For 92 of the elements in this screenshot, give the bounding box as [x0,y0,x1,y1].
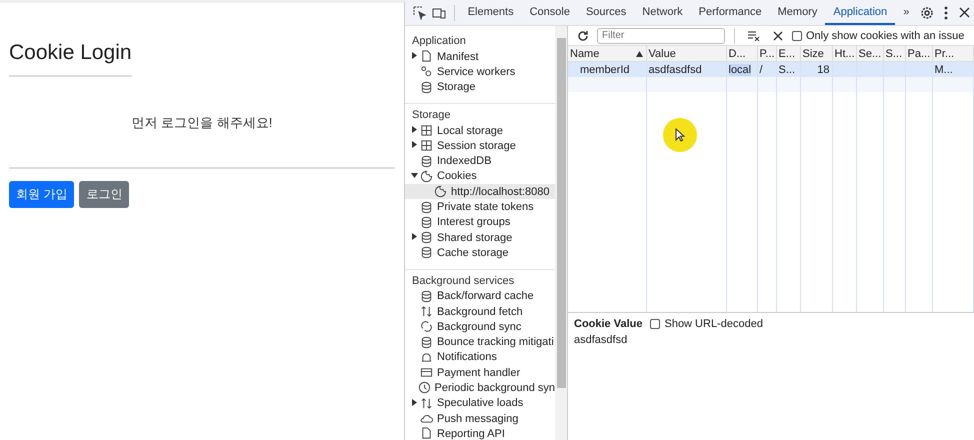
sidebar-item[interactable]: IndexedDB [405,153,555,169]
database-icon [420,216,433,229]
devtools-tab[interactable]: Network [634,0,691,25]
database-icon [420,336,433,349]
database-icon [420,154,433,168]
table-cell: S... [778,64,796,76]
cookie-icon [434,185,447,198]
checkbox-label: Only show cookies with an issue [806,30,964,42]
table-cell: M... [934,64,953,76]
table-cell: 18 [817,64,830,76]
clock-icon [418,381,431,394]
sidebar-item[interactable]: Notifications [405,350,555,366]
page-title: Cookie Login [9,41,132,77]
sidebar-item[interactable]: Session storage [405,138,555,154]
sidebar-item[interactable]: Cache storage [405,245,555,261]
sidebar-item[interactable]: Push messaging [405,410,555,426]
sidebar-item[interactable]: Manifest [405,49,555,64]
column-header[interactable]: Ht... [832,46,856,62]
column-header[interactable]: E... [776,46,800,62]
expand-arrow-icon[interactable] [411,172,418,179]
pointer-icon [675,128,685,142]
database-icon [420,231,433,244]
expand-arrow-icon[interactable] [411,398,418,406]
checkbox[interactable] [792,30,802,40]
devtools-tab[interactable]: Console [522,0,578,25]
table-cell: asdfasdfsd [648,64,702,76]
file-icon [420,50,433,64]
sidebar-item[interactable]: Periodic background syn [405,380,555,396]
devtools-tab[interactable]: Elements [460,0,522,25]
expand-arrow-icon[interactable] [411,141,418,148]
database-icon [420,290,433,303]
sync-icon [420,320,433,334]
table-icon [420,124,433,138]
sidebar-item[interactable]: Local storage [405,122,555,138]
sidebar-item[interactable]: Shared storage [405,230,555,246]
section-heading: Storage [411,108,452,123]
column-header[interactable]: Pa... [905,46,932,62]
filter-field[interactable]: Filter [597,28,725,44]
table-icon [420,139,433,152]
sidebar-item[interactable]: Interest groups [405,214,555,230]
sidebar-item[interactable]: Cookies [405,168,555,184]
checkbox-label: Show URL-decoded [664,318,763,330]
column-header[interactable]: P... [757,46,776,62]
file-icon [420,427,433,440]
bell-icon [420,350,433,364]
sidebar-item[interactable]: Back/forward cache [405,288,555,304]
scrollbar[interactable] [555,26,568,440]
devtools-tab[interactable]: Application [825,0,896,25]
column-header[interactable]: Size [800,46,832,62]
section-heading: Application [411,34,467,49]
table-cell: / [760,64,763,76]
cookie-icon [420,170,433,183]
more-tabs-button[interactable]: » [895,0,918,25]
sort-ascending-icon [636,51,642,57]
cookie-value-title: Cookie Value [574,318,642,330]
column-header[interactable]: Value [646,46,726,62]
database-icon [420,200,433,214]
column-header[interactable]: Se... [856,46,883,62]
cookie-value-text: asdfasdfsd [574,334,628,346]
table-cell: memberId [580,64,630,76]
login-message: 먼저 로그인을 해주세요! [132,114,272,132]
devtools-tab[interactable]: Sources [578,0,634,25]
column-header[interactable]: S... [883,46,905,62]
sidebar-item[interactable]: Private state tokens [405,199,555,215]
cloud-icon [420,412,433,426]
sidebar-item[interactable]: Background sync [405,319,555,334]
column-header[interactable]: Name [568,46,646,62]
section-heading: Background services [411,274,516,289]
expand-arrow-icon[interactable] [411,52,418,60]
sidebar-item[interactable]: Storage [405,80,555,95]
sidebar-item[interactable]: Service workers [405,64,555,80]
table-cell: local [728,64,752,76]
sidebar-item[interactable]: Reporting API [405,426,555,440]
card-icon [420,366,433,380]
database-icon [420,246,433,260]
expand-arrow-icon[interactable] [411,126,418,134]
sidebar-item[interactable]: http://localhost:8080 [405,184,555,200]
devtools-tab[interactable]: Performance [690,0,770,25]
sidebar-item[interactable]: Bounce tracking mitigati [405,334,555,350]
column-header[interactable]: Pr... [932,46,974,62]
arrows-icon [420,305,433,318]
sidebar-item[interactable]: Speculative loads [405,396,555,411]
login-button[interactable]: 로그인 [79,181,130,208]
database-icon [420,80,433,94]
signup-button[interactable]: 회원 가입 [9,181,74,208]
expand-arrow-icon[interactable] [411,233,418,240]
sidebar-item[interactable]: Background fetch [405,304,555,320]
column-header[interactable]: D... [726,46,757,62]
checkbox[interactable] [650,319,660,329]
devtools-tab[interactable]: Memory [770,0,826,25]
arrows-icon [420,396,433,410]
sidebar-item[interactable]: Payment handler [405,365,555,380]
